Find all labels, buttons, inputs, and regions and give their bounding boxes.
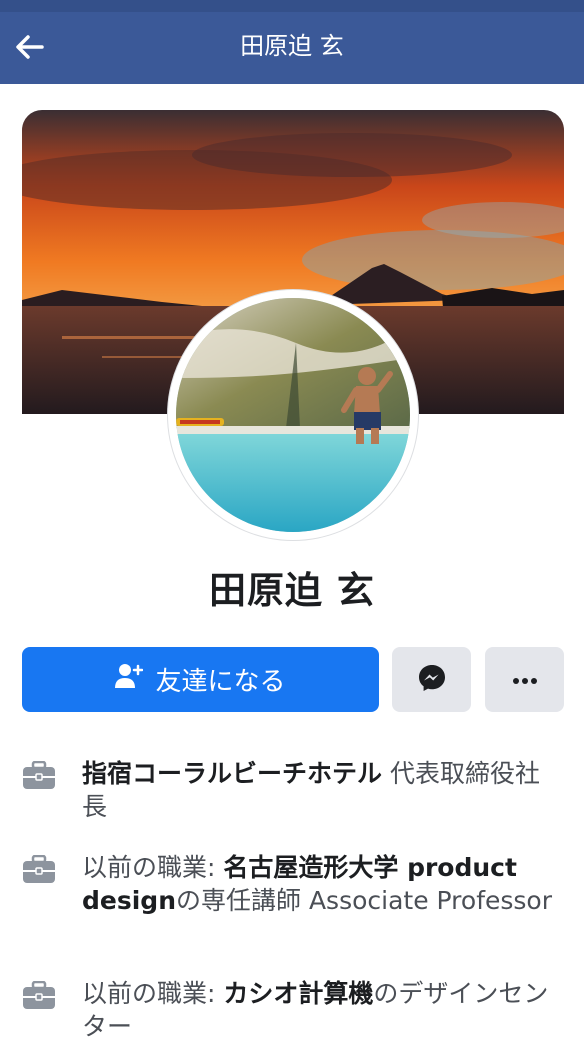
info-item-work: 指宿コーラルビーチホテル 代表取締役社長 xyxy=(22,757,562,823)
profile-name: 田原迫 玄 xyxy=(209,569,375,612)
add-friend-button[interactable]: 友達になる xyxy=(22,647,379,712)
profile-picture[interactable] xyxy=(168,290,418,540)
workplace-link[interactable]: 指宿コーラルビーチホテル xyxy=(82,759,382,788)
info-text: 指宿コーラルビーチホテル 代表取締役社長 xyxy=(82,759,540,821)
add-friend-icon xyxy=(115,663,144,696)
info-text: 以前の職業: カシオ計算機のデザインセンター xyxy=(82,979,549,1041)
briefcase-icon xyxy=(22,980,56,1015)
briefcase-icon xyxy=(22,854,56,889)
info-text: 以前の職業: 名古屋造形大学 product designの専任講師 Assoc… xyxy=(82,853,553,915)
briefcase-icon xyxy=(22,760,56,795)
info-item-previous-work: 以前の職業: 名古屋造形大学 product designの専任講師 Assoc… xyxy=(22,851,562,917)
messenger-button[interactable] xyxy=(392,647,471,712)
more-options-button[interactable] xyxy=(485,647,564,712)
add-friend-label: 友達になる xyxy=(155,667,286,697)
more-dots-icon xyxy=(512,670,538,689)
page-title: 田原迫 玄 xyxy=(240,32,344,60)
top-bar: 田原迫 玄 xyxy=(0,0,584,84)
messenger-icon xyxy=(417,663,447,697)
workplace-link[interactable]: カシオ計算機 xyxy=(223,979,373,1008)
info-item-previous-work: 以前の職業: カシオ計算機のデザインセンター xyxy=(22,977,562,1043)
